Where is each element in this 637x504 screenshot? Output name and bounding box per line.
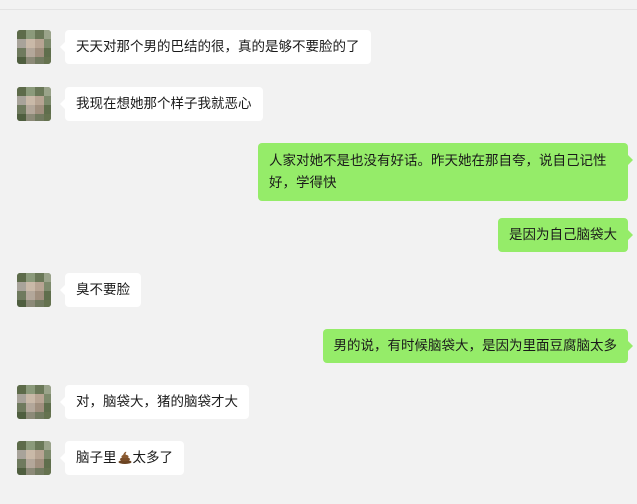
outgoing-message-bubble[interactable]: 是因为自己脑袋大 (498, 218, 633, 252)
message-text: 我现在想她那个样子我就恶心 (76, 96, 252, 112)
incoming-message-bubble[interactable]: 臭不要脸 (60, 273, 141, 307)
incoming-message-bubble[interactable]: 脑子里 太多了 (60, 441, 184, 475)
contact-avatar[interactable] (17, 273, 51, 307)
message-text: 臭不要脸 (76, 282, 130, 298)
message-text-line: 好，学得快 (269, 175, 337, 191)
poop-emoji-icon (118, 451, 131, 464)
message-text: 男的说，有时候脑袋大，是因为里面豆腐脑太多 (333, 338, 618, 354)
incoming-message-bubble[interactable]: 我现在想她那个样子我就恶心 (60, 87, 263, 121)
message-text: 脑子里 (76, 450, 117, 466)
outgoing-message-bubble[interactable]: 人家对她不是也没有好话。昨天她在那自夸，说自己记性 好，学得快 (258, 143, 633, 201)
message-text: 是因为自己脑袋大 (509, 227, 617, 243)
message-text: 天天对那个男的巴结的很，真的是够不要脸的了 (76, 39, 360, 55)
contact-avatar[interactable] (17, 30, 51, 64)
message-text-line: 人家对她不是也没有好话。昨天她在那自夸，说自己记性 (269, 153, 607, 169)
contact-avatar[interactable] (17, 441, 51, 475)
outgoing-message-bubble[interactable]: 男的说，有时候脑袋大，是因为里面豆腐脑太多 (322, 329, 633, 363)
incoming-message-bubble[interactable]: 天天对那个男的巴结的很，真的是够不要脸的了 (60, 30, 371, 64)
incoming-message-bubble[interactable]: 对，脑袋大，猪的脑袋才大 (60, 385, 249, 419)
top-divider (0, 9, 637, 10)
message-text: 对，脑袋大，猪的脑袋才大 (76, 394, 238, 410)
contact-avatar[interactable] (17, 385, 51, 419)
message-text: 太多了 (132, 450, 174, 466)
contact-avatar[interactable] (17, 87, 51, 121)
